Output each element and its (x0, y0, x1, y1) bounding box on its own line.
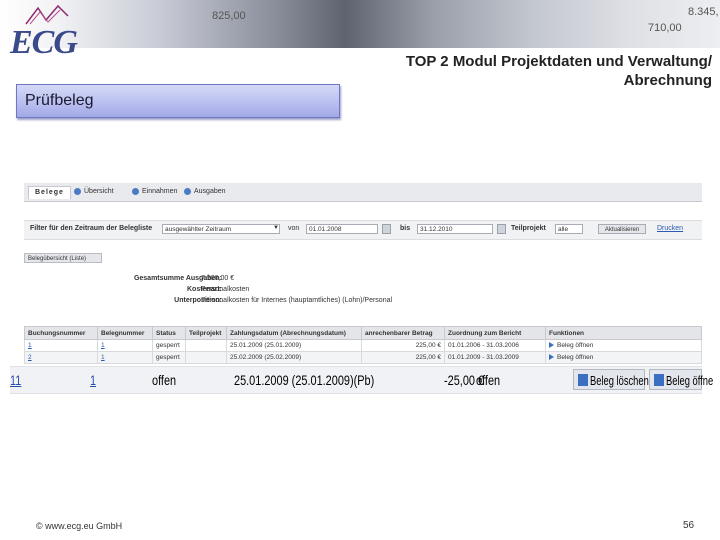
column-header[interactable]: Buchungsnummer (24, 326, 98, 340)
arrow-circle-icon (184, 187, 191, 195)
from-date-input[interactable]: 01.01.2008 (306, 224, 378, 234)
open-receipt-button[interactable]: Beleg öffnen (545, 351, 702, 364)
open-receipt-button[interactable]: Beleg öffne (649, 369, 713, 390)
logo-text: ECG (10, 24, 78, 61)
back-to-list-button[interactable]: Belegübersicht (Liste) (24, 253, 102, 263)
booking-number-link[interactable]: 1 (24, 339, 98, 352)
tab-belege[interactable]: Belege (28, 186, 71, 199)
tab-ausgaben[interactable]: Ausgaben (184, 186, 226, 198)
report-cell: 01.01.2006 - 31.03.2006 (444, 339, 546, 352)
filter-label: Filter für den Zeitraum der Belegliste (30, 225, 153, 232)
period-select[interactable]: ausgewählter Zeitraum (162, 224, 280, 234)
page-number: 56 (683, 520, 695, 531)
open-icon (654, 374, 664, 386)
app-screenshot: Belege Übersicht Einnahmen Ausgaben Filt… (24, 180, 702, 365)
status-cell: offen (152, 372, 177, 388)
banner-number: 710,00 (648, 22, 682, 34)
total-value: 7.500,00 € (201, 275, 235, 282)
report-cell: 01.01.2009 - 31.03.2009 (444, 351, 546, 364)
table-header-row: Buchungsnummer Belegnummer Status Teilpr… (24, 326, 702, 340)
report-cell: offen (476, 372, 501, 388)
receipts-table: Buchungsnummer Belegnummer Status Teilpr… (24, 326, 702, 364)
column-header[interactable]: Belegnummer (97, 326, 153, 340)
receipt-number-link[interactable]: 1 (97, 339, 153, 352)
status-cell: gesperrt (152, 351, 186, 364)
section-label-text: Prüfbeleg (25, 92, 94, 109)
booking-number-link[interactable]: 11 (10, 372, 21, 388)
table-row: 1 1 gesperrt 25.01.2009 (25.01.2009) 225… (24, 339, 702, 352)
arrow-circle-icon (132, 187, 139, 195)
subposition-value: Personalkosten für Internes (hauptamtlic… (201, 297, 393, 304)
amount-cell: 225,00 € (361, 351, 445, 364)
section-label: Prüfbeleg (16, 84, 340, 118)
column-header[interactable]: Teilprojekt (185, 326, 227, 340)
print-link[interactable]: Drucken (657, 225, 683, 232)
play-arrow-icon (549, 342, 554, 349)
zoomed-row: 11 1 offen 25.01.2009 (25.01.2009)(Pb) -… (10, 366, 713, 394)
header-banner: 825,00 710,00 8.345, (0, 0, 720, 48)
tab-bar: Belege Übersicht Einnahmen Ausgaben (24, 183, 702, 202)
table-row: 2 1 gesperrt 25.02.2009 (25.02.2009) 225… (24, 351, 702, 364)
arrow-circle-icon (74, 187, 81, 195)
calendar-icon[interactable] (497, 224, 506, 234)
from-label: von (288, 225, 300, 232)
date-cell: 25.01.2009 (25.01.2009) (226, 339, 362, 352)
filter-bar: Filter für den Zeitraum der Belegliste a… (24, 220, 702, 240)
banner-number: 825,00 (212, 10, 246, 22)
cost-type-value: Personalkosten (201, 286, 250, 293)
receipt-number-link[interactable]: 1 (97, 351, 153, 364)
to-label: bis (400, 225, 411, 232)
chevron-down-icon: ▼ (273, 225, 279, 231)
tab-einnahmen[interactable]: Einnahmen (132, 186, 177, 198)
open-receipt-button[interactable]: Beleg öffnen (545, 339, 702, 352)
footer-copyright: © www.ecg.eu GmbH (36, 521, 123, 531)
banner-number: 8.345, (688, 6, 719, 18)
play-arrow-icon (549, 354, 554, 361)
tab-uebersicht[interactable]: Übersicht (74, 186, 114, 198)
column-header: Funktionen (545, 326, 702, 340)
to-date-input[interactable]: 31.12.2010 (417, 224, 493, 234)
subproject-label: Teilprojekt (511, 225, 546, 232)
slide-title: TOP 2 Modul Projektdaten und Verwaltung/… (405, 53, 712, 89)
subproject-cell (185, 339, 227, 352)
receipt-number-link[interactable]: 1 (90, 372, 96, 388)
date-cell: 25.01.2009 (25.01.2009)(Pb) (234, 372, 375, 388)
column-header[interactable]: Zahlungsdatum (Abrechnungsdatum) (226, 326, 362, 340)
amount-cell: 225,00 € (361, 339, 445, 352)
subproject-cell (185, 351, 227, 364)
date-cell: 25.02.2009 (25.02.2009) (226, 351, 362, 364)
column-header[interactable]: anrechenbarer Betrag (361, 326, 445, 340)
column-header[interactable]: Zuordnung zum Bericht (444, 326, 546, 340)
refresh-button[interactable]: Aktualisieren (598, 224, 646, 234)
column-header[interactable]: Status (152, 326, 186, 340)
subproject-select[interactable]: alle (555, 224, 583, 234)
delete-icon (578, 374, 588, 386)
status-cell: gesperrt (152, 339, 186, 352)
delete-receipt-button[interactable]: Beleg löschen (573, 369, 649, 390)
calendar-icon[interactable] (382, 224, 391, 234)
booking-number-link[interactable]: 2 (24, 351, 98, 364)
